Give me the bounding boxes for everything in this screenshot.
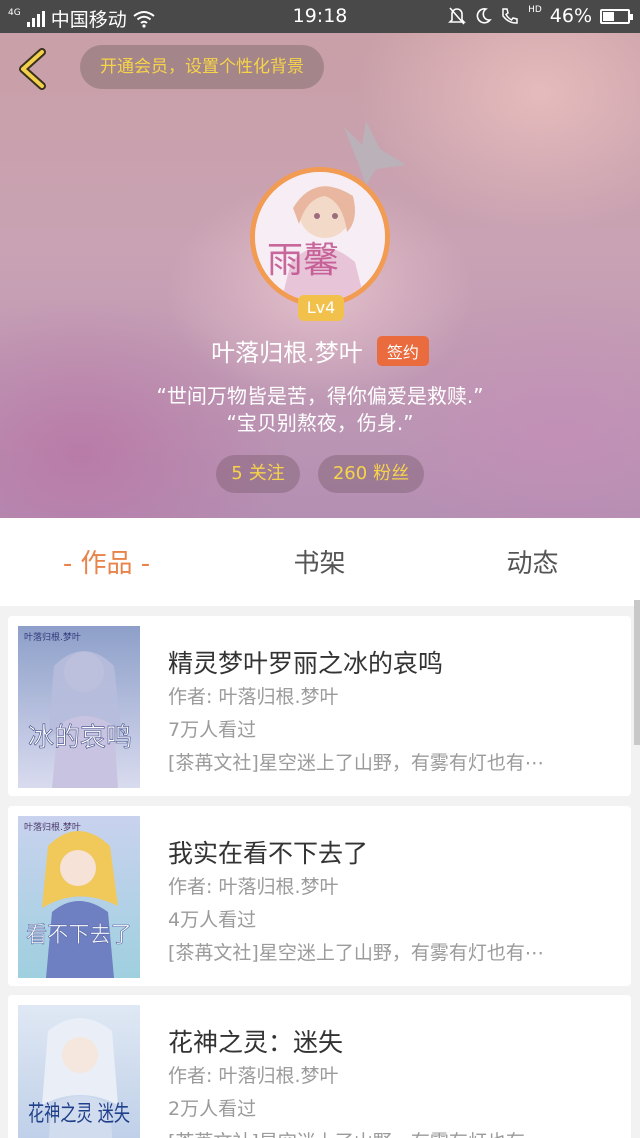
cover-title-text: 看不下去了 <box>26 923 132 948</box>
following-label: 关注 <box>248 463 285 484</box>
followers-label: 粉丝 <box>373 463 410 484</box>
book-views: 2万人看过 <box>168 1098 257 1120</box>
battery-percent: 46% <box>549 5 592 27</box>
followers-count: 260 <box>332 463 368 484</box>
book-cover: 叶落归根.梦叶 冰的哀鸣 <box>18 626 140 788</box>
book-views: 4万人看过 <box>168 909 257 931</box>
hd-indicator: HD <box>528 5 542 15</box>
scrollbar[interactable] <box>634 600 640 745</box>
bio-line-1: “世间万物皆是苦，得你偏爱是救赎.” <box>156 384 484 408</box>
avatar-image: 雨馨 <box>255 172 385 302</box>
profile-header: 开通会员，设置个性化背景 雨馨 Lv4 叶落归根.梦叶 签约 “世间万物皆是苦，… <box>0 33 640 518</box>
avatar[interactable]: 雨馨 <box>250 167 390 307</box>
back-button[interactable] <box>14 47 54 91</box>
moon-icon <box>476 8 492 24</box>
battery-icon <box>600 8 633 24</box>
book-author: 作者: 叶落归根.梦叶 <box>168 686 339 708</box>
book-cover: 花神之灵 迷失 <box>18 1005 140 1138</box>
following-count: 5 <box>231 463 243 484</box>
book-cover: 叶落归根.梦叶 看不下去了 <box>18 816 140 978</box>
name-row: 叶落归根.梦叶 签约 <box>0 333 640 368</box>
work-card[interactable]: 叶落归根.梦叶 冰的哀鸣 精灵梦叶罗丽之冰的哀鸣 作者: 叶落归根.梦叶 7万人… <box>8 616 631 796</box>
call-icon <box>502 8 518 24</box>
book-title: 我实在看不下去了 <box>168 839 369 868</box>
bio: “世间万物皆是苦，得你偏爱是救赎.” “宝贝别熬夜，伤身.” <box>0 383 640 437</box>
username: 叶落归根.梦叶 <box>211 339 363 367</box>
book-description: [茶苒文社]星空迷上了山野，有雾有灯也有⋯ <box>168 942 544 964</box>
level-badge: Lv4 <box>298 295 344 321</box>
book-description: [茶苒文社]星空迷上了山野，有雾有灯也有⋯ <box>168 752 544 774</box>
profile-tabs: - 作品 - 书架 动态 <box>0 518 640 606</box>
book-description: [茶苒文社]星空迷上了山野，有雾有灯也有⋯ <box>168 1127 608 1138</box>
bio-line-2: “宝贝别熬夜，伤身.” <box>226 411 414 435</box>
mute-bell-icon <box>448 7 466 25</box>
following-button[interactable]: 5 关注 <box>216 455 300 493</box>
cover-title-text: 花神之灵 迷失 <box>28 1102 130 1127</box>
work-card[interactable]: 花神之灵 迷失 花神之灵：迷失 作者: 叶落归根.梦叶 2万人看过 [茶苒文社]… <box>8 995 631 1138</box>
battery-fill <box>603 11 615 21</box>
tab-works[interactable]: - 作品 - <box>0 518 213 606</box>
avatar-caption: 雨馨 <box>267 240 339 281</box>
signed-badge: 签约 <box>376 335 429 366</box>
clock: 19:18 <box>292 5 348 27</box>
tab-bookshelf[interactable]: 书架 <box>213 518 426 606</box>
cover-author-text: 叶落归根.梦叶 <box>24 821 81 833</box>
followers-button[interactable]: 260 粉丝 <box>318 455 424 493</box>
back-arrow-icon <box>19 48 46 90</box>
book-views: 7万人看过 <box>168 719 257 741</box>
book-title: 花神之灵：迷失 <box>168 1028 344 1057</box>
book-author: 作者: 叶落归根.梦叶 <box>168 1065 339 1087</box>
book-author: 作者: 叶落归根.梦叶 <box>168 876 339 898</box>
status-bar: 4G 中国移动 19:18 HD 46% <box>0 0 640 33</box>
work-card[interactable]: 叶落归根.梦叶 看不下去了 我实在看不下去了 作者: 叶落归根.梦叶 4万人看过… <box>8 806 631 986</box>
tab-activity[interactable]: 动态 <box>426 518 639 606</box>
book-title: 精灵梦叶罗丽之冰的哀鸣 <box>168 649 444 678</box>
vip-background-button[interactable]: 开通会员，设置个性化背景 <box>80 45 324 89</box>
cover-author-text: 叶落归根.梦叶 <box>24 631 81 643</box>
cover-title-text: 冰的哀鸣 <box>28 723 132 753</box>
